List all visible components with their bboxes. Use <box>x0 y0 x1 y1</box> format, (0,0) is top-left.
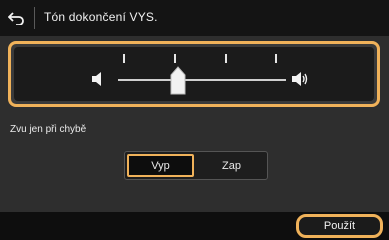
volume-slider-panel[interactable] <box>8 41 380 107</box>
off-on-toggle[interactable]: Vyp Zap <box>124 151 268 180</box>
slider-tick <box>225 54 227 63</box>
back-button[interactable] <box>4 6 28 30</box>
back-arrow-icon <box>8 12 24 25</box>
slider-tick <box>174 54 176 63</box>
apply-button[interactable]: Použít <box>296 214 383 238</box>
page-title: Tón dokončení VYS. <box>44 10 158 24</box>
volume-slider[interactable] <box>14 47 374 101</box>
toggle-option-on[interactable]: Zap <box>198 154 265 177</box>
volume-high-icon <box>292 72 308 86</box>
volume-low-icon <box>92 72 101 86</box>
screen: Tón dokončení VYS. Zvu jen při chybě Vyp <box>0 0 389 240</box>
slider-tick <box>123 54 125 63</box>
slider-knob[interactable] <box>170 66 186 96</box>
slider-track[interactable] <box>118 79 286 81</box>
error-only-label: Zvu jen při chybě <box>10 124 87 135</box>
slider-tick <box>275 54 277 63</box>
title-separator <box>34 7 35 29</box>
title-bar: Tón dokončení VYS. <box>0 0 389 36</box>
toggle-option-off[interactable]: Vyp <box>127 154 194 177</box>
